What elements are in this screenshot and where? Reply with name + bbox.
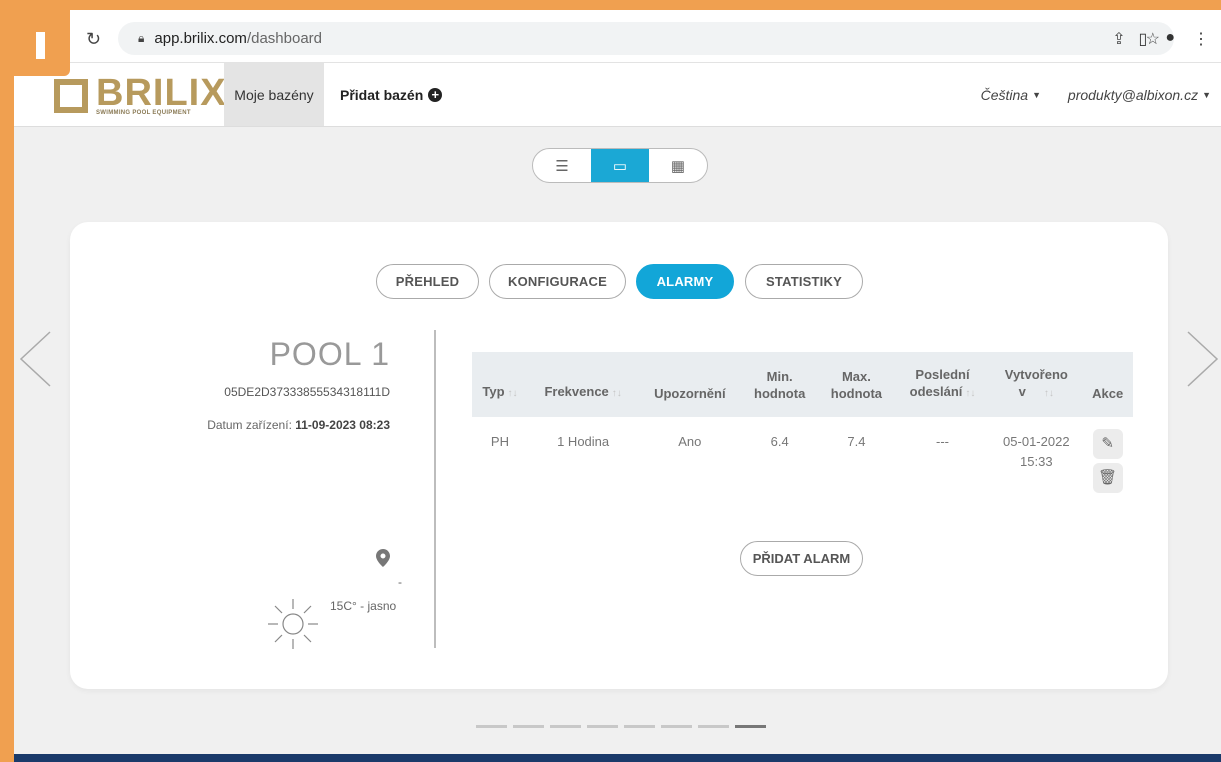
weather-text: 15C° - jasno: [330, 599, 397, 613]
col-max: Max. hodnota: [818, 352, 895, 417]
location-pin-icon: [376, 549, 390, 567]
table-header-row: Typ ↑↓ Frekvence ↑↓ Upozornění Min. hodnota…: [472, 352, 1133, 417]
step-marker: [14, 10, 70, 76]
next-arrow-icon[interactable]: [1186, 330, 1220, 388]
table-row: PH 1 Hodina Ano 6.4 7.4 --- 05-01-2022 15…: [472, 417, 1133, 507]
sun-icon: [268, 599, 318, 649]
col-frekvence[interactable]: Frekvence ↑↓: [527, 352, 639, 417]
tab-konfigurace[interactable]: KONFIGURACE: [489, 264, 626, 299]
nav-moje-bazeny[interactable]: Moje bazény: [224, 63, 324, 126]
pool-name: POOL 1: [269, 336, 390, 372]
cell-posledni: ---: [936, 434, 950, 449]
created-time: 15:33: [1020, 454, 1053, 469]
col-posledni[interactable]: Poslední odeslání ↑↓: [894, 352, 991, 417]
add-alarm-button[interactable]: PŘIDAT ALARM: [740, 541, 863, 576]
brilix-logo[interactable]: BRILIX SWIMMING POOL EQUIPMENT: [54, 74, 226, 117]
carousel-pagination: [476, 725, 766, 728]
cell-upozorneni: Ano: [678, 434, 702, 449]
edit-icon[interactable]: ✎: [1092, 429, 1123, 459]
cell-max: 7.4: [847, 434, 866, 449]
logo-text: BRILIX: [96, 72, 227, 114]
monitor-view-icon[interactable]: ▭: [591, 149, 649, 182]
cell-typ: PH: [490, 434, 509, 449]
pagination-dot[interactable]: [513, 725, 544, 728]
list-view-icon[interactable]: ☰: [533, 149, 591, 182]
lock-icon: 🔒︎: [138, 31, 145, 45]
grid-view-icon[interactable]: ▦: [649, 149, 707, 182]
share-icon[interactable]: ⇪: [1112, 29, 1125, 49]
col-vytvoreno[interactable]: Vytvořeno v ↑↓: [990, 352, 1083, 417]
app-navbar: BRILIX SWIMMING POOL EQUIPMENT Moje bazé…: [14, 63, 1221, 127]
created-date: 05-01-2022: [1003, 434, 1070, 449]
url-host: app.brilix.com: [154, 30, 247, 47]
cell-frekvence: 1 Hodina: [557, 434, 610, 449]
user-dropdown[interactable]: produkty@albixon.cz ▼: [1068, 63, 1211, 126]
frame-top: [0, 0, 1221, 10]
tab-alarmy[interactable]: ALARMY: [636, 264, 734, 299]
tab-statistiky[interactable]: STATISTIKY: [745, 264, 863, 299]
trash-icon[interactable]: 🗑︎: [1092, 463, 1123, 493]
browser-toolbar: ↻ 🔒︎ app.brilix.com/dashboard ⇪ ☆ ▯ ● ⋮: [14, 10, 1221, 63]
pagination-dot[interactable]: [735, 725, 766, 728]
user-label: produkty@albixon.cz: [1067, 86, 1199, 103]
menu-icon[interactable]: ⋮: [1193, 29, 1209, 49]
alarm-table: Typ ↑↓ Frekvence ↑↓ Upozornění Min. hodnota…: [472, 352, 1133, 507]
prev-arrow-icon[interactable]: [18, 330, 52, 388]
logo-tagline: SWIMMING POOL EQUIPMENT: [96, 110, 191, 116]
caret-down-icon: ▼: [1032, 89, 1041, 100]
cell-vytvoreno: 05-01-2022 15:33: [990, 417, 1082, 507]
sort-icon: ↑↓: [611, 388, 622, 399]
cell-min: 6.4: [770, 434, 789, 449]
col-upozorneni: Upozornění: [638, 352, 742, 417]
pagination-dot[interactable]: [698, 725, 729, 728]
pagination-dot[interactable]: [476, 725, 507, 728]
language-dropdown[interactable]: Čeština ▼: [981, 63, 1041, 126]
sort-icon: ↑↓: [507, 388, 518, 399]
address-bar[interactable]: 🔒︎ app.brilix.com/dashboard ⇪ ☆: [118, 22, 1174, 55]
taskbar-strip: [14, 754, 1221, 762]
nav-pridat-bazen[interactable]: Přidat bazén +: [340, 63, 443, 126]
cell-akce: ✎ 🗑︎: [1082, 417, 1133, 507]
nav-moje-bazeny-label: Moje bazény: [234, 86, 314, 103]
pagination-dot[interactable]: [550, 725, 581, 728]
col-min: Min. hodnota: [741, 352, 819, 417]
pool-device-id: 05DE2D37333855534318111D: [224, 385, 390, 399]
sidepanel-icon[interactable]: ▯: [1139, 29, 1148, 49]
plus-circle-icon: +: [428, 87, 443, 102]
pagination-dot[interactable]: [661, 725, 692, 728]
col-typ[interactable]: Typ ↑↓: [472, 352, 528, 417]
sort-icon: ↑↓: [1043, 388, 1054, 399]
nav-pridat-bazen-label: Přidat bazén: [340, 86, 424, 103]
pool-date-value: 11-09-2023 08:23: [295, 418, 390, 432]
profile-icon[interactable]: ●: [1165, 29, 1175, 49]
pagination-dot[interactable]: [587, 725, 618, 728]
pool-date-label: Datum zařízení:: [207, 418, 292, 432]
url-path: /dashboard: [246, 30, 322, 47]
pool-date: Datum zařízení: 11-09-2023 08:23: [150, 418, 390, 432]
tab-prehled[interactable]: PŘEHLED: [376, 264, 479, 299]
caret-down-icon: ▼: [1202, 89, 1211, 100]
view-toggle: ☰ ▭ ▦: [532, 148, 708, 183]
vertical-divider: [434, 330, 436, 648]
pagination-dot[interactable]: [624, 725, 655, 728]
reload-icon[interactable]: ↻: [86, 29, 101, 50]
frame-left: [0, 0, 14, 762]
location-text: -: [398, 575, 402, 589]
col-akce: Akce: [1082, 352, 1133, 417]
sort-icon: ↑↓: [965, 388, 976, 399]
language-label: Čeština: [980, 86, 1029, 103]
